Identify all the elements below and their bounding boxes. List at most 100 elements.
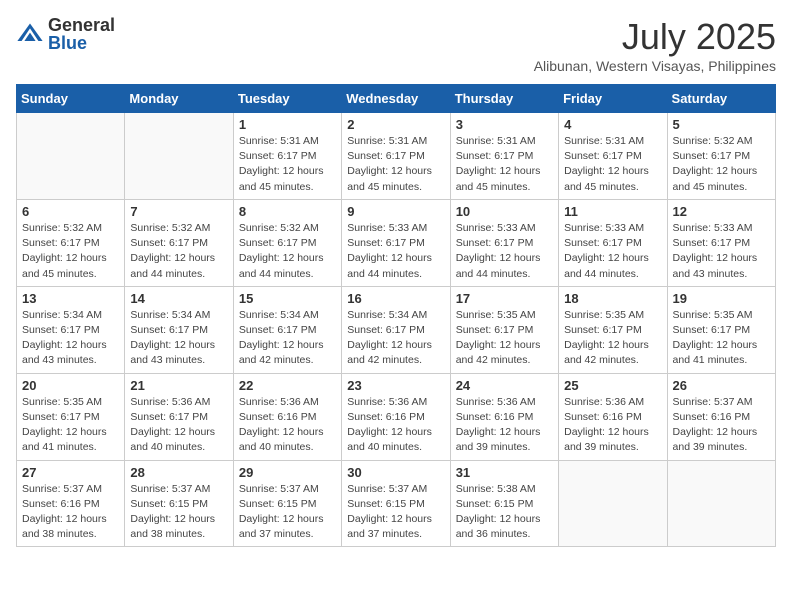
weekday-header-row: SundayMondayTuesdayWednesdayThursdayFrid… (17, 85, 776, 113)
day-info: Sunrise: 5:31 AM Sunset: 6:17 PM Dayligh… (239, 134, 336, 195)
calendar-cell-w2-d3: 8 Sunrise: 5:32 AM Sunset: 6:17 PM Daylig… (233, 199, 341, 286)
day-number: 5 (673, 117, 770, 132)
calendar-cell-w2-d4: 9 Sunrise: 5:33 AM Sunset: 6:17 PM Daylig… (342, 199, 450, 286)
calendar-cell-w2-d7: 12 Sunrise: 5:33 AM Sunset: 6:17 PM Dayli… (667, 199, 775, 286)
calendar-cell-w3-d2: 14 Sunrise: 5:34 AM Sunset: 6:17 PM Dayli… (125, 286, 233, 373)
day-info: Sunrise: 5:36 AM Sunset: 6:16 PM Dayligh… (239, 395, 336, 456)
day-number: 10 (456, 204, 553, 219)
calendar-cell-w1-d3: 1Sunrise: 5:31 AM Sunset: 6:17 PM Daylig… (233, 113, 341, 200)
calendar-cell-w1-d1 (17, 113, 125, 200)
calendar-cell-w1-d6: 4 Sunrise: 5:31 AM Sunset: 6:17 PM Daylig… (559, 113, 667, 200)
day-info: Sunrise: 5:31 AM Sunset: 6:17 PM Dayligh… (456, 134, 553, 195)
week-row-4: 20Sunrise: 5:35 AM Sunset: 6:17 PM Dayli… (17, 373, 776, 460)
day-number: 7 (130, 204, 227, 219)
calendar-cell-w5-d3: 29Sunrise: 5:37 AM Sunset: 6:15 PM Dayli… (233, 460, 341, 547)
calendar-cell-w5-d4: 30 Sunrise: 5:37 AM Sunset: 6:15 PM Dayli… (342, 460, 450, 547)
day-info: Sunrise: 5:36 AM Sunset: 6:16 PM Dayligh… (347, 395, 444, 456)
day-info: Sunrise: 5:36 AM Sunset: 6:16 PM Dayligh… (456, 395, 553, 456)
location-subtitle: Alibunan, Western Visayas, Philippines (534, 58, 776, 74)
day-number: 11 (564, 204, 661, 219)
calendar-cell-w2-d6: 11 Sunrise: 5:33 AM Sunset: 6:17 PM Dayli… (559, 199, 667, 286)
day-number: 12 (673, 204, 770, 219)
title-block: July 2025 Alibunan, Western Visayas, Phi… (534, 16, 776, 74)
calendar-cell-w5-d5: 31Sunrise: 5:38 AM Sunset: 6:15 PM Dayli… (450, 460, 558, 547)
week-row-5: 27 Sunrise: 5:37 AM Sunset: 6:16 PM Dayli… (17, 460, 776, 547)
day-number: 9 (347, 204, 444, 219)
weekday-header: Monday (125, 85, 233, 113)
day-info: Sunrise: 5:33 AM Sunset: 6:17 PM Dayligh… (456, 221, 553, 282)
week-row-2: 6Sunrise: 5:32 AM Sunset: 6:17 PM Daylig… (17, 199, 776, 286)
day-info: Sunrise: 5:37 AM Sunset: 6:16 PM Dayligh… (673, 395, 770, 456)
week-row-3: 13Sunrise: 5:34 AM Sunset: 6:17 PM Dayli… (17, 286, 776, 373)
calendar-cell-w2-d2: 7 Sunrise: 5:32 AM Sunset: 6:17 PM Daylig… (125, 199, 233, 286)
calendar-table: SundayMondayTuesdayWednesdayThursdayFrid… (16, 84, 776, 547)
day-info: Sunrise: 5:34 AM Sunset: 6:17 PM Dayligh… (22, 308, 119, 369)
calendar-cell-w1-d7: 5Sunrise: 5:32 AM Sunset: 6:17 PM Daylig… (667, 113, 775, 200)
day-info: Sunrise: 5:34 AM Sunset: 6:17 PM Dayligh… (239, 308, 336, 369)
logo: General Blue (16, 16, 115, 52)
calendar-cell-w5-d7 (667, 460, 775, 547)
weekday-header: Wednesday (342, 85, 450, 113)
calendar-cell-w3-d6: 18 Sunrise: 5:35 AM Sunset: 6:17 PM Dayli… (559, 286, 667, 373)
day-info: Sunrise: 5:35 AM Sunset: 6:17 PM Dayligh… (22, 395, 119, 456)
day-number: 17 (456, 291, 553, 306)
calendar-cell-w5-d2: 28Sunrise: 5:37 AM Sunset: 6:15 PM Dayli… (125, 460, 233, 547)
day-number: 2 (347, 117, 444, 132)
logo-icon (16, 20, 44, 48)
day-info: Sunrise: 5:31 AM Sunset: 6:17 PM Dayligh… (347, 134, 444, 195)
day-number: 3 (456, 117, 553, 132)
calendar-cell-w4-d1: 20Sunrise: 5:35 AM Sunset: 6:17 PM Dayli… (17, 373, 125, 460)
day-info: Sunrise: 5:33 AM Sunset: 6:17 PM Dayligh… (347, 221, 444, 282)
day-number: 25 (564, 378, 661, 393)
calendar-cell-w1-d2 (125, 113, 233, 200)
calendar-cell-w4-d4: 23 Sunrise: 5:36 AM Sunset: 6:16 PM Dayli… (342, 373, 450, 460)
day-number: 14 (130, 291, 227, 306)
day-number: 31 (456, 465, 553, 480)
day-info: Sunrise: 5:37 AM Sunset: 6:15 PM Dayligh… (239, 482, 336, 543)
day-info: Sunrise: 5:32 AM Sunset: 6:17 PM Dayligh… (239, 221, 336, 282)
day-info: Sunrise: 5:35 AM Sunset: 6:17 PM Dayligh… (673, 308, 770, 369)
day-number: 26 (673, 378, 770, 393)
day-info: Sunrise: 5:35 AM Sunset: 6:17 PM Dayligh… (564, 308, 661, 369)
day-info: Sunrise: 5:35 AM Sunset: 6:17 PM Dayligh… (456, 308, 553, 369)
calendar-cell-w3-d4: 16 Sunrise: 5:34 AM Sunset: 6:17 PM Dayli… (342, 286, 450, 373)
day-number: 19 (673, 291, 770, 306)
calendar-cell-w4-d6: 25Sunrise: 5:36 AM Sunset: 6:16 PM Dayli… (559, 373, 667, 460)
calendar-cell-w2-d1: 6Sunrise: 5:32 AM Sunset: 6:17 PM Daylig… (17, 199, 125, 286)
logo-text: General Blue (48, 16, 115, 52)
day-info: Sunrise: 5:33 AM Sunset: 6:17 PM Dayligh… (673, 221, 770, 282)
day-info: Sunrise: 5:37 AM Sunset: 6:16 PM Dayligh… (22, 482, 119, 543)
day-info: Sunrise: 5:37 AM Sunset: 6:15 PM Dayligh… (347, 482, 444, 543)
day-number: 4 (564, 117, 661, 132)
day-info: Sunrise: 5:33 AM Sunset: 6:17 PM Dayligh… (564, 221, 661, 282)
weekday-header: Tuesday (233, 85, 341, 113)
day-number: 8 (239, 204, 336, 219)
page-header: General Blue July 2025 Alibunan, Western… (16, 16, 776, 74)
day-number: 28 (130, 465, 227, 480)
calendar-cell-w5-d6 (559, 460, 667, 547)
day-info: Sunrise: 5:34 AM Sunset: 6:17 PM Dayligh… (130, 308, 227, 369)
calendar-cell-w4-d2: 21Sunrise: 5:36 AM Sunset: 6:17 PM Dayli… (125, 373, 233, 460)
calendar-cell-w4-d3: 22 Sunrise: 5:36 AM Sunset: 6:16 PM Dayli… (233, 373, 341, 460)
day-number: 30 (347, 465, 444, 480)
day-number: 15 (239, 291, 336, 306)
calendar-cell-w4-d5: 24Sunrise: 5:36 AM Sunset: 6:16 PM Dayli… (450, 373, 558, 460)
day-number: 21 (130, 378, 227, 393)
day-number: 23 (347, 378, 444, 393)
day-number: 16 (347, 291, 444, 306)
calendar-cell-w5-d1: 27 Sunrise: 5:37 AM Sunset: 6:16 PM Dayli… (17, 460, 125, 547)
calendar-cell-w1-d5: 3 Sunrise: 5:31 AM Sunset: 6:17 PM Daylig… (450, 113, 558, 200)
logo-blue: Blue (48, 34, 115, 52)
day-info: Sunrise: 5:32 AM Sunset: 6:17 PM Dayligh… (22, 221, 119, 282)
day-info: Sunrise: 5:34 AM Sunset: 6:17 PM Dayligh… (347, 308, 444, 369)
day-number: 18 (564, 291, 661, 306)
day-number: 22 (239, 378, 336, 393)
calendar-cell-w3-d1: 13Sunrise: 5:34 AM Sunset: 6:17 PM Dayli… (17, 286, 125, 373)
day-info: Sunrise: 5:31 AM Sunset: 6:17 PM Dayligh… (564, 134, 661, 195)
day-info: Sunrise: 5:32 AM Sunset: 6:17 PM Dayligh… (130, 221, 227, 282)
logo-general: General (48, 16, 115, 34)
day-number: 27 (22, 465, 119, 480)
weekday-header: Saturday (667, 85, 775, 113)
week-row-1: 1Sunrise: 5:31 AM Sunset: 6:17 PM Daylig… (17, 113, 776, 200)
calendar-cell-w3-d7: 19 Sunrise: 5:35 AM Sunset: 6:17 PM Dayli… (667, 286, 775, 373)
